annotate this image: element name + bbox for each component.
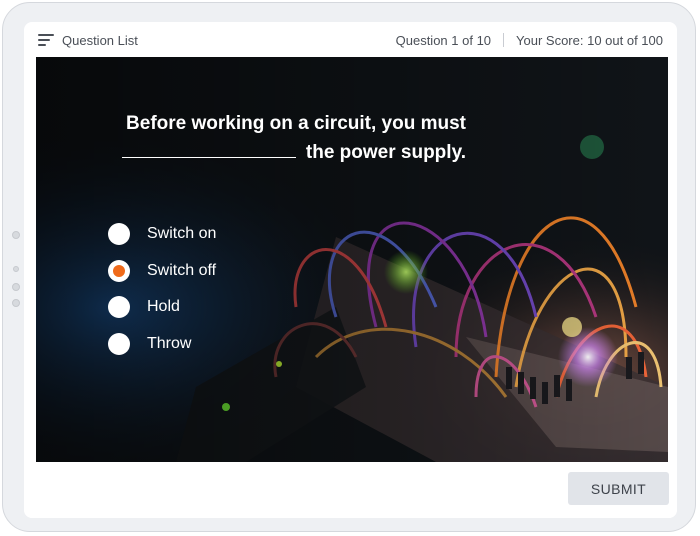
option-label[interactable]: Throw	[147, 335, 191, 353]
answer-options: Switch on Switch off Hold Throw	[108, 216, 216, 362]
side-button	[13, 266, 19, 272]
question-text: Before working on a circuit, you must th…	[106, 109, 466, 167]
option-label[interactable]: Switch off	[147, 262, 216, 280]
option-hold[interactable]: Hold	[108, 289, 216, 326]
question-background-image: Before working on a circuit, you must th…	[36, 57, 668, 462]
side-button	[12, 283, 20, 291]
top-bar: Question List Question 1 of 10 Your Scor…	[24, 22, 677, 58]
option-switch-on[interactable]: Switch on	[108, 216, 216, 253]
side-button	[12, 299, 20, 307]
question-progress: Question 1 of 10	[395, 32, 492, 48]
option-label[interactable]: Switch on	[147, 225, 216, 243]
radio-button[interactable]	[108, 296, 130, 319]
divider	[503, 33, 505, 47]
radio-button-selected[interactable]	[108, 259, 130, 282]
quiz-screen: Question List Question 1 of 10 Your Scor…	[24, 22, 677, 518]
option-throw[interactable]: Throw	[108, 326, 216, 363]
question-line-2: the power supply.	[106, 138, 466, 167]
radio-button[interactable]	[108, 332, 130, 355]
question-list-link[interactable]: Question List	[62, 33, 138, 48]
score-text: Your Score: 10 out of 100	[516, 32, 663, 48]
option-switch-off[interactable]: Switch off	[108, 253, 216, 290]
quiz-status: Question 1 of 10 Your Score: 10 out of 1…	[396, 33, 663, 48]
radio-button[interactable]	[108, 223, 130, 246]
answer-blank	[121, 153, 296, 158]
question-line-2-text: the power supply.	[305, 142, 466, 163]
side-button	[12, 231, 20, 239]
footer-bar: SUBMIT	[24, 462, 677, 518]
list-icon[interactable]	[38, 34, 54, 46]
option-label[interactable]: Hold	[147, 298, 180, 316]
question-line-1: Before working on a circuit, you must	[126, 113, 466, 134]
submit-button[interactable]: SUBMIT	[568, 472, 669, 505]
